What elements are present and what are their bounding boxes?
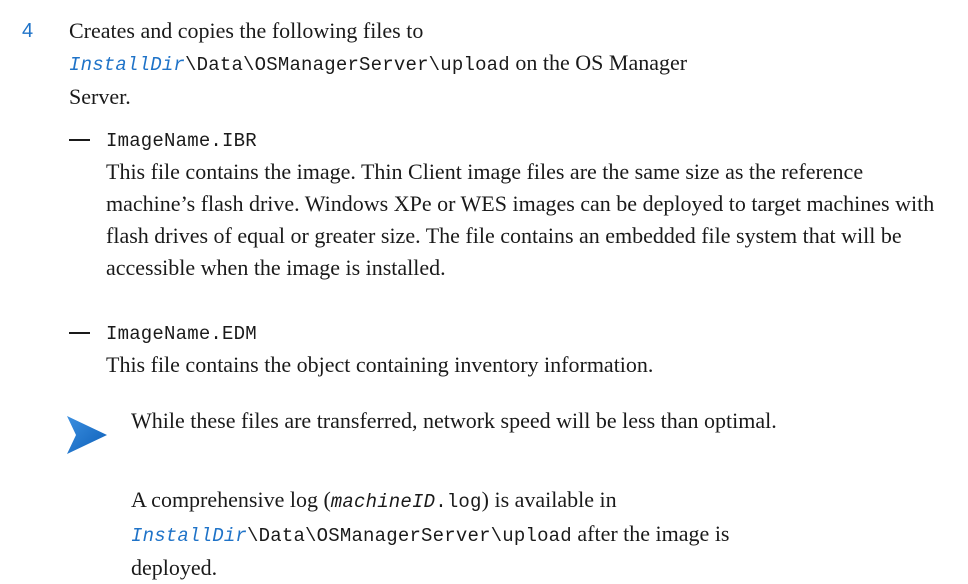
step-line-1: Creates and copies the following files t… [69, 15, 929, 47]
log-text-before: A comprehensive log ( [131, 487, 331, 512]
step-text-end: Server. [69, 84, 131, 109]
log-extension: .log [435, 491, 482, 513]
step-text-after: on the OS Manager [515, 50, 688, 75]
step-line-2: InstallDir\Data\OSManagerServer\upload o… [69, 47, 929, 81]
step-text: Creates and copies the following files t… [69, 15, 929, 113]
file-list-item: ImageName.IBR This file contains the ima… [69, 125, 939, 340]
note-arrow-icon [67, 416, 107, 454]
dash-bullet-icon [69, 139, 90, 141]
step-text-before: Creates and copies the following files t… [69, 18, 424, 43]
install-dir-variable: InstallDir [69, 54, 186, 76]
install-dir-variable: InstallDir [131, 525, 248, 547]
file-description: This file contains the image. Thin Clien… [106, 159, 935, 280]
log-text-mid: ) is available in [481, 487, 617, 512]
step-4: 4 Creates and copies the following files… [0, 15, 968, 115]
log-paragraph: A comprehensive log (machineID.log) is a… [131, 484, 931, 584]
file-name: ImageName.EDM [106, 323, 257, 345]
upload-path: \Data\OSManagerServer\upload [185, 54, 510, 76]
log-text-end: deployed. [131, 555, 218, 580]
note-text: While these files are transferred, netwo… [131, 408, 777, 433]
file-list-item: ImageName.EDM This file contains the obj… [69, 318, 939, 388]
upload-path: \Data\OSManagerServer\upload [247, 525, 572, 547]
log-text-after: after the image is [577, 521, 730, 546]
file-description: This file contains the object containing… [106, 352, 654, 377]
step-line-3: Server. [69, 81, 929, 113]
dash-bullet-icon [69, 332, 90, 334]
file-name: ImageName.IBR [106, 130, 257, 152]
machine-id-variable: machineID [330, 491, 436, 513]
log-line-3: deployed. [131, 552, 931, 584]
log-line-2: InstallDir\Data\OSManagerServer\upload a… [131, 518, 931, 552]
log-line-1: A comprehensive log (machineID.log) is a… [131, 484, 931, 518]
step-number: 4 [22, 20, 34, 42]
